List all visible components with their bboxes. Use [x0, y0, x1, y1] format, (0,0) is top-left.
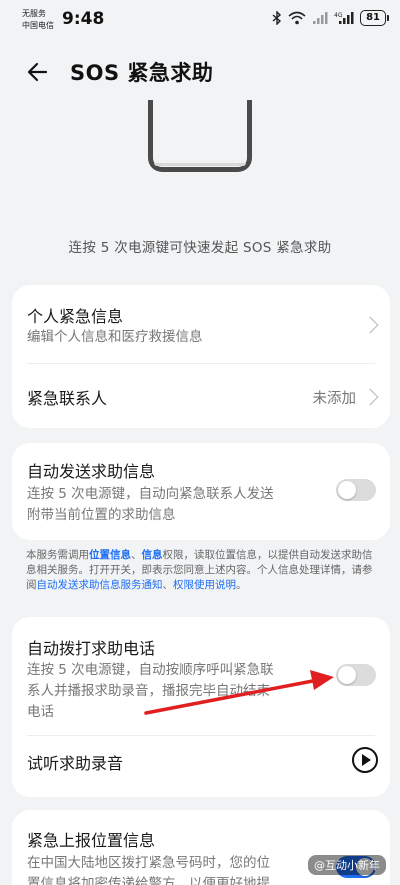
row-title: 紧急联系人 [27, 389, 108, 408]
carrier-line-2: 中国电信 [22, 21, 54, 30]
back-arrow-icon[interactable] [24, 58, 52, 86]
page-title: SOS 紧急求助 [70, 61, 214, 85]
watermark: @互动小新年 [308, 855, 386, 875]
notice-text: 。 [236, 579, 247, 591]
auto-call-title: 自动拨打求助电话 [27, 639, 156, 658]
row-personal-emergency-info[interactable]: 个人紧急信息 编辑个人信息和医疗救援信息 [12, 285, 390, 363]
notice-highlight-message: 信息 [141, 549, 163, 561]
toggle-knob [338, 666, 356, 684]
auto-send-toggle[interactable] [336, 479, 376, 501]
auto-send-desc-1: 连按 5 次电源键，自动向紧急联系人发送 [27, 486, 274, 502]
auto-call-toggle[interactable] [336, 664, 376, 686]
wifi-icon [288, 11, 306, 25]
service-notice-link[interactable]: 自动发送求助信息服务通知 [37, 579, 163, 591]
notice-highlight-location: 位置信息 [89, 549, 131, 561]
permission-info-link[interactable]: 权限使用说明 [173, 579, 236, 591]
toggle-knob [338, 481, 356, 499]
card-auto-send-message: 自动发送求助信息 连按 5 次电源键，自动向紧急联系人发送 附带当前位置的求助信… [12, 443, 390, 540]
battery-indicator: 81 [360, 10, 389, 26]
notice-separator: 、 [131, 549, 142, 561]
carrier-line-1: 无服务 [22, 9, 46, 18]
row-emergency-contacts[interactable]: 紧急联系人 未添加 [12, 364, 390, 428]
card-personal-info: 个人紧急信息 编辑个人信息和医疗救援信息 紧急联系人 未添加 [12, 285, 390, 428]
intro-text: 连按 5 次电源键可快速发起 SOS 紧急求助 [68, 240, 332, 256]
card-auto-call: 自动拨打求助电话 连按 5 次电源键，自动按顺序呼叫紧急联 系人并播报求助录音，… [12, 617, 390, 797]
bluetooth-icon [272, 11, 282, 25]
auto-call-desc-3: 电话 [27, 704, 54, 720]
permission-notice: 本服务需调用位置信息、信息权限，读取位置信息，以提供自动发送求助信息相关服务。打… [26, 548, 378, 593]
phone-illustration [148, 100, 252, 172]
row-title: 个人紧急信息 [27, 307, 124, 326]
play-icon[interactable] [352, 747, 378, 773]
contacts-status: 未添加 [312, 391, 357, 407]
carrier-info: 无服务 中国电信 [22, 8, 54, 32]
notice-separator: 、 [162, 579, 174, 591]
auto-call-desc-2: 系人并播报求助录音，播报完毕自动结束 [27, 683, 270, 699]
preview-recording-title: 试听求助录音 [27, 754, 124, 773]
row-preview-recording[interactable]: 试听求助录音 [12, 736, 390, 797]
notice-text: 本服务需调用 [26, 549, 89, 561]
page-header: SOS 紧急求助 [0, 52, 400, 92]
report-location-title: 紧急上报位置信息 [27, 831, 156, 850]
svg-text:4G: 4G [334, 12, 343, 19]
status-bar: 无服务 中国电信 9:48 4G 81 [0, 0, 400, 40]
auto-call-desc-1: 连按 5 次电源键，自动按顺序呼叫紧急联 [27, 662, 274, 678]
row-subtitle: 编辑个人信息和医疗救援信息 [27, 329, 203, 345]
chevron-right-icon [361, 316, 379, 334]
report-location-desc-1: 在中国大陆地区拨打紧急号码时，您的位 [27, 855, 270, 871]
status-icons: 4G 81 [272, 10, 389, 26]
report-location-desc-2: 置信息将加密传递给警方，以便更好地提 [27, 876, 270, 885]
status-time: 9:48 [62, 9, 105, 29]
chevron-right-icon [361, 388, 379, 406]
signal-icon-sim2: 4G [334, 12, 354, 24]
auto-send-desc-2: 附带当前位置的求助信息 [27, 507, 176, 523]
auto-send-title: 自动发送求助信息 [27, 462, 156, 481]
signal-icon-sim1 [313, 12, 328, 24]
